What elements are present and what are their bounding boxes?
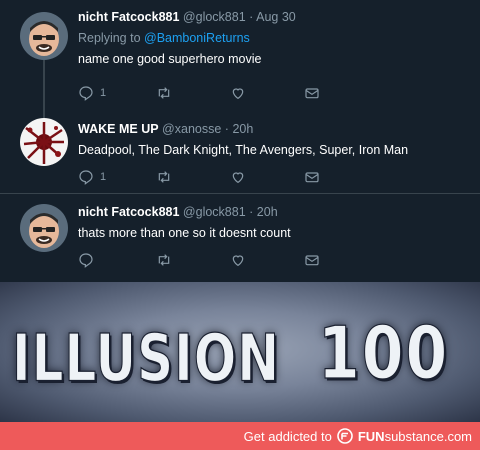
timestamp[interactable]: 20h <box>232 122 253 136</box>
avatar[interactable] <box>20 204 68 252</box>
reply-button[interactable]: 1 <box>78 168 106 186</box>
retweet-button[interactable] <box>156 168 178 186</box>
retweet-icon <box>158 254 170 266</box>
avatar[interactable] <box>20 118 68 166</box>
message-button[interactable] <box>304 251 320 269</box>
message-button[interactable] <box>304 168 320 186</box>
retweet-button[interactable] <box>156 84 178 102</box>
replying-to-label: Replying to <box>78 31 145 45</box>
thread-connector <box>43 60 45 118</box>
tweet-text: thats more than one so it doesnt count <box>78 226 291 240</box>
message-icon <box>305 88 319 99</box>
funsubstance-logo-icon <box>337 428 353 444</box>
retweet-button[interactable] <box>156 251 178 269</box>
user-handle[interactable]: @glock881 <box>183 205 246 219</box>
like-icon <box>232 88 244 100</box>
tweet-thread: nicht Fatcock881 @glock881 · Aug 30 Repl… <box>0 0 480 282</box>
tweet-text: name one good superhero movie <box>78 52 262 66</box>
avatar-splatter-icon <box>20 118 68 166</box>
separator-dot: · <box>249 205 254 219</box>
tweet-actions <box>78 251 338 269</box>
separator-dot: · <box>249 10 254 24</box>
like-button[interactable] <box>230 168 252 186</box>
user-handle[interactable]: @glock881 <box>183 10 246 24</box>
tweet-actions: 1 <box>78 168 338 186</box>
replying-to-line: Replying to @BamboniReturns <box>78 31 470 45</box>
footer-brand-fun: FUN <box>357 428 385 444</box>
avatar[interactable] <box>20 12 68 60</box>
display-name[interactable]: nicht Fatcock881 <box>78 10 179 24</box>
retweet-icon <box>158 171 170 183</box>
timestamp[interactable]: Aug 30 <box>256 10 296 24</box>
separator-dot: · <box>224 122 229 136</box>
like-button[interactable] <box>230 251 252 269</box>
reply-icon <box>79 86 93 101</box>
meme-text-number: 100 <box>317 312 450 396</box>
display-name[interactable]: WAKE ME UP <box>78 122 159 136</box>
mention-link[interactable]: @BamboniReturns <box>144 31 250 45</box>
avatar-face-icon <box>20 204 68 252</box>
meme-text-illusion: ILLUSION <box>11 320 281 397</box>
user-handle[interactable]: @xanosse <box>162 122 221 136</box>
reply-button[interactable] <box>78 251 100 269</box>
tweet-text: Deadpool, The Dark Knight, The Avengers,… <box>78 143 409 157</box>
display-name[interactable]: nicht Fatcock881 <box>78 205 179 219</box>
tweet-actions: 1 <box>78 84 338 102</box>
timestamp[interactable]: 20h <box>257 205 278 219</box>
footer-brand: FUNsubstance.com <box>358 429 472 444</box>
footer-prefix: Get addicted to <box>243 428 332 444</box>
meme-image: ILLUSION 100 <box>0 282 480 422</box>
avatar-face-icon <box>20 12 68 60</box>
message-button[interactable] <box>304 84 320 102</box>
footer-suffix: .com <box>443 428 472 444</box>
reply-icon <box>79 253 93 268</box>
like-icon <box>232 172 244 184</box>
reply-count: 1 <box>100 171 107 183</box>
footer-brand-rest: substance <box>384 428 444 444</box>
like-button[interactable] <box>230 84 252 102</box>
retweet-icon <box>158 87 170 99</box>
like-icon <box>232 255 244 267</box>
message-icon <box>305 255 319 266</box>
reply-icon <box>79 170 93 185</box>
reply-button[interactable]: 1 <box>78 84 106 102</box>
tweet-divider <box>0 193 480 194</box>
watermark-footer[interactable]: Get addicted to FUNsubstance.com <box>0 422 480 450</box>
message-icon <box>305 172 319 183</box>
reply-count: 1 <box>100 87 107 99</box>
